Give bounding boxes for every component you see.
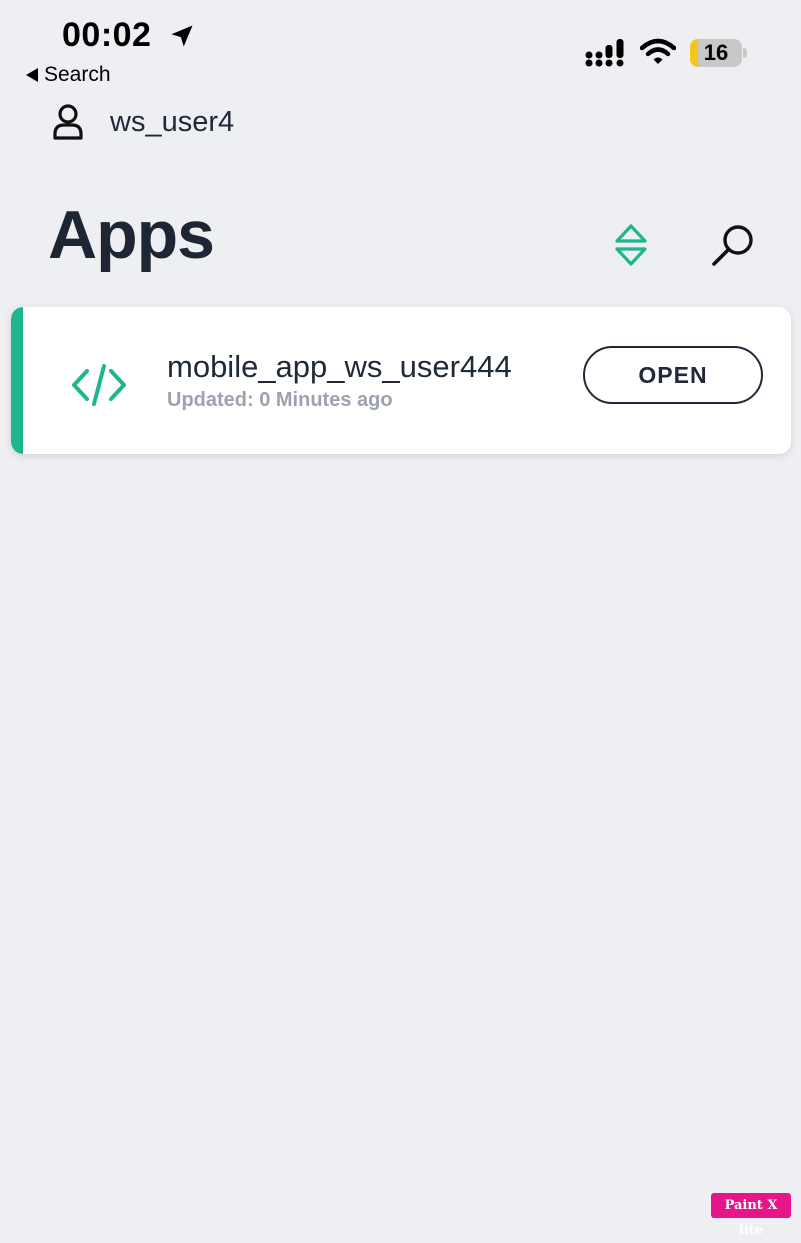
search-icon[interactable] <box>708 222 758 268</box>
page-title: Apps <box>48 197 215 273</box>
app-list-item[interactable]: mobile_app_ws_user444 Updated: 0 Minutes… <box>11 307 791 454</box>
battery-level: 16 <box>703 40 729 65</box>
wifi-icon <box>640 38 676 64</box>
open-app-button[interactable]: OPEN <box>583 346 763 404</box>
watermark-badge: Paint X lite <box>711 1193 791 1238</box>
app-name: mobile_app_ws_user444 <box>167 349 512 384</box>
back-label: Search <box>44 63 111 86</box>
card-accent-bar <box>11 307 23 454</box>
back-arrow-icon <box>26 68 38 82</box>
sort-icon[interactable] <box>608 222 654 268</box>
status-time: 00:02 <box>62 16 152 54</box>
location-arrow-icon <box>171 25 193 47</box>
code-icon <box>72 364 126 406</box>
status-bar: 00:02 Search 16 <box>0 0 801 100</box>
cellular-signal-icon <box>585 39 624 67</box>
app-updated-time: Updated: 0 Minutes ago <box>167 389 393 411</box>
user-icon <box>53 104 83 140</box>
username: ws_user4 <box>110 105 235 138</box>
back-to-search-link[interactable]: Search <box>26 63 111 87</box>
battery-icon: 16 <box>690 39 748 67</box>
user-account-row[interactable]: ws_user4 <box>52 104 234 140</box>
